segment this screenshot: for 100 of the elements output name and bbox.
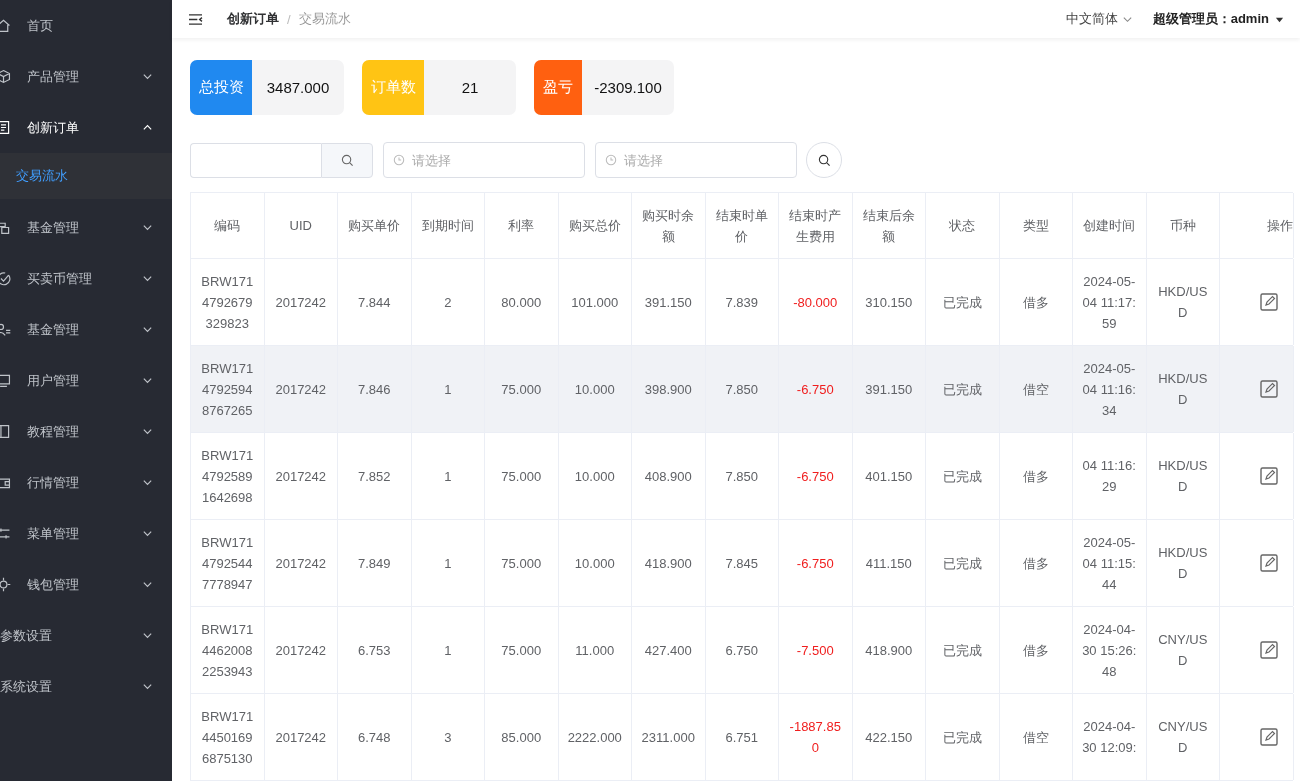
table-cell-text: 101.000 [571, 293, 619, 312]
table-cell-text: BRW17144620082253943 [200, 620, 255, 681]
table-cell-text: 7.845 [725, 554, 758, 573]
table-cell-text: 7.839 [725, 293, 758, 312]
edit-icon[interactable] [1258, 727, 1279, 747]
table-cell-text: 310.150 [865, 293, 913, 312]
breadcrumb-item[interactable]: 创新订单 [227, 10, 279, 28]
table-cell-text: 2017242 [275, 293, 327, 312]
sidebar-item[interactable]: 菜单管理 [0, 508, 172, 559]
stat-value: 21 [460, 78, 480, 98]
edit-icon[interactable] [1258, 553, 1279, 573]
sidebar-item[interactable]: 参数设置 [0, 610, 172, 661]
sidebar-subitem[interactable]: 交易流水 [0, 153, 172, 199]
table-cell-text: 401.150 [865, 467, 913, 486]
table-cell-text: 2024-04-30 15:26:48 [1082, 620, 1137, 681]
stat-label: 盈亏 [534, 60, 582, 115]
user-list-icon [0, 321, 12, 338]
column-header: 编码 [214, 217, 241, 235]
table-cell-text: 借多 [1022, 467, 1049, 486]
table-cell-text: 2024-05-04 11:15:44 [1082, 533, 1137, 594]
table-cell-text: CNY/USD [1157, 718, 1209, 757]
stat-value: 3487.000 [265, 78, 331, 98]
table-cell-text: 6.748 [357, 728, 391, 747]
table-cell-text: 3 [444, 728, 452, 747]
column-header: 状态 [949, 217, 976, 235]
sidebar-item[interactable]: 用户管理 [0, 355, 172, 406]
table-cell-text: 398.900 [644, 380, 692, 399]
table-cell-text: 75.000 [501, 467, 542, 486]
table-cell-text: HKD/USD [1157, 370, 1209, 409]
table-cell-text: 已完成 [942, 293, 982, 312]
table-cell-text: -7.500 [796, 641, 834, 660]
stat-value: -2309.100 [593, 78, 663, 98]
table-cell-text: 418.900 [865, 641, 913, 660]
search-button[interactable] [806, 142, 842, 178]
table-cell-text: 借多 [1022, 293, 1049, 312]
table-cell-text: 418.900 [644, 554, 692, 573]
sidebar-item[interactable]: 产品管理 [0, 51, 172, 102]
table-cell-text: 2017242 [275, 641, 327, 660]
sidebar-item[interactable]: 基金管理 [0, 202, 172, 253]
column-header: 结束后余额 [861, 206, 916, 246]
table-cell-text: 1 [444, 554, 452, 573]
settings-icon [0, 576, 12, 593]
column-header: 结束时产生费用 [788, 206, 843, 246]
table-cell-text: 85.000 [501, 728, 542, 747]
sidebar-item[interactable]: 创新订单 [0, 102, 172, 153]
clock-icon [605, 154, 617, 166]
table-cell-text: 2222.000 [567, 728, 622, 747]
table-cell-text: 75.000 [501, 554, 542, 573]
stat-label: 订单数 [362, 60, 424, 115]
table-cell-text: 2311.000 [641, 728, 695, 747]
table-cell-text: 2 [444, 293, 452, 312]
table-cell-text: 2024-04-30 12:09: [1082, 718, 1137, 757]
table-cell-text: 2017242 [275, 554, 327, 573]
sidebar-item[interactable]: 买卖币管理 [0, 253, 172, 304]
sidebar-item[interactable]: 行情管理 [0, 457, 172, 508]
table-cell-text: 10.000 [574, 380, 615, 399]
menu-icon[interactable] [188, 12, 203, 26]
column-header: 结束时单价 [714, 206, 769, 246]
table-cell-text: 75.000 [501, 380, 542, 399]
table-cell-text: -6.750 [796, 467, 834, 486]
home-icon [0, 17, 12, 34]
sliders-icon [0, 525, 12, 542]
column-header: 利率 [508, 217, 535, 235]
table-cell-text: 借空 [1022, 380, 1049, 399]
table-cell-text: 411.150 [865, 554, 912, 573]
table-cell-text: 7.849 [357, 554, 391, 573]
language-selector[interactable]: 中文简体 [1065, 10, 1133, 28]
table-cell-text: 2024-05-04 11:17:59 [1082, 272, 1137, 333]
date-field[interactable]: 请选择 [383, 142, 585, 178]
table-cell-text: 已完成 [942, 380, 982, 399]
table-cell-text: 借多 [1022, 641, 1049, 660]
sidebar-item[interactable]: 基金管理 [0, 304, 172, 355]
table-cell-text: 2024-05-04 11:16:34 [1082, 359, 1137, 420]
table-cell-text: 427.400 [644, 641, 692, 660]
table-cell-text: 7.850 [725, 467, 758, 486]
edit-icon[interactable] [1258, 466, 1279, 486]
document-icon [0, 119, 12, 136]
table-cell-text: 391.150 [865, 380, 913, 399]
column-header: 购买时余额 [641, 206, 696, 246]
table-cell-text: 408.900 [644, 467, 692, 486]
date-field[interactable]: 请选择 [595, 142, 797, 178]
column-header: 币种 [1169, 217, 1196, 235]
table-cell-text: 借多 [1022, 554, 1049, 573]
user-menu[interactable]: 超级管理员：admin [1152, 10, 1284, 28]
sidebar-item[interactable]: 钱包管理 [0, 559, 172, 610]
edit-icon[interactable] [1258, 640, 1279, 660]
table-cell-text: 10.000 [574, 554, 615, 573]
table-cell-text: BRW17147925948767265 [200, 359, 255, 420]
table-cell-text: 80.000 [501, 293, 542, 312]
clock-icon [393, 154, 405, 166]
table-cell-text: HKD/USD [1157, 457, 1209, 496]
search-field[interactable] [190, 142, 321, 178]
edit-icon[interactable] [1258, 292, 1279, 312]
edit-icon[interactable] [1258, 379, 1279, 399]
sidebar-item[interactable]: 首页 [0, 0, 172, 51]
table-cell-text: -6.750 [796, 380, 834, 399]
table-cell-text: 2017242 [275, 467, 327, 486]
sidebar-item[interactable]: 教程管理 [0, 406, 172, 457]
sidebar-item[interactable]: 系统设置 [0, 661, 172, 712]
table-cell-text: HKD/USD [1157, 544, 1209, 583]
